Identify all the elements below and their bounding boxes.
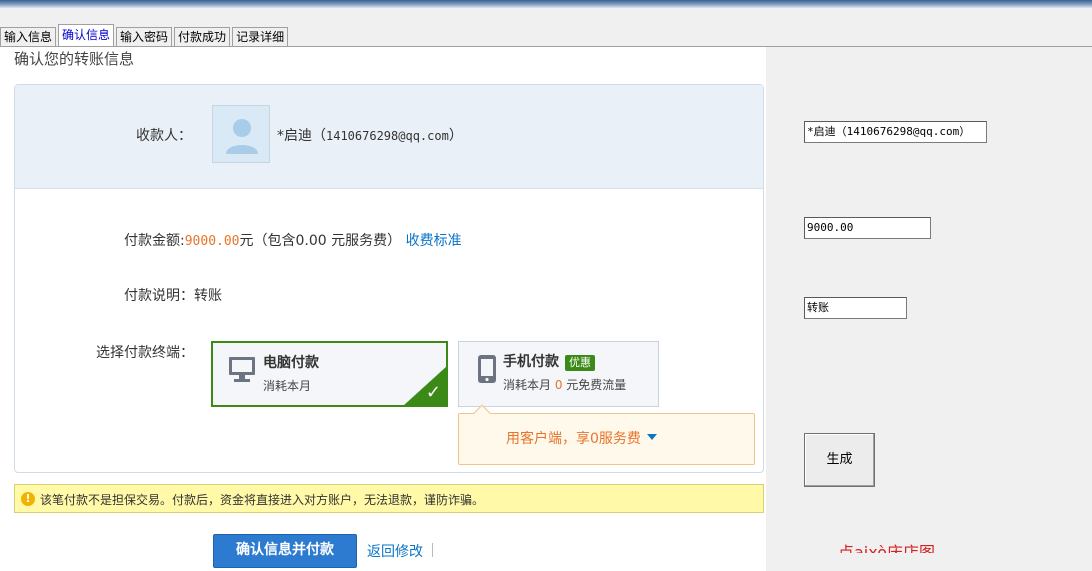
warning-text: 该笔付款不是担保交易。付款后，资金将直接进入对方账户，无法退款，谨防诈骗。 (40, 493, 485, 507)
payee-label: 收款人： (136, 128, 192, 144)
amount-output-field[interactable]: 9000.00 (804, 217, 931, 239)
client-promo-box[interactable]: 用客户端，享0服务费 (458, 404, 755, 465)
user-avatar-icon (212, 105, 270, 163)
payee-section: 收款人： *启迪（1410676298@qq.com） (15, 85, 763, 189)
fee-standard-link[interactable]: 收费标准 (406, 233, 462, 249)
amount-unit: 元（包含0.00 元服务费） (239, 233, 402, 249)
mobile-payment-option[interactable]: 手机付款 优惠 消耗本月 0 元免费流量 (458, 341, 659, 407)
memo-row: 付款说明：转账 (124, 285, 222, 305)
memo-output-field[interactable]: 转账 (804, 297, 907, 319)
payee-name: *启迪（1410676298@qq.com） (277, 128, 463, 144)
memo-label: 付款说明： (124, 288, 194, 304)
transfer-card: 收款人： *启迪（1410676298@qq.com） 付款金额:9000.00… (14, 84, 764, 473)
tab-input-info[interactable]: 输入信息 (0, 27, 57, 46)
back-modify-link[interactable]: 返回修改 (367, 541, 423, 561)
tab-payment-success[interactable]: 付款成功 (174, 27, 231, 46)
discount-badge: 优惠 (565, 355, 595, 371)
pc-option-title: 电脑付款 (263, 355, 319, 371)
pc-payment-option[interactable]: 电脑付款 消耗本月 ✓ (211, 341, 448, 407)
monitor-icon (229, 357, 255, 382)
warning-icon: ! (21, 492, 35, 506)
terminal-label: 选择付款终端： (96, 345, 194, 361)
tab-record-details[interactable]: 记录详细 (232, 27, 289, 46)
page-title: 确认您的转账信息 (14, 50, 135, 68)
warning-banner: ! 该笔付款不是担保交易。付款后，资金将直接进入对方账户，无法退款，谨防诈骗。 (14, 484, 764, 513)
payee-output-field[interactable]: *启迪（1410676298@qq.com） (804, 121, 987, 143)
amount-row: 付款金额:9000.00元（包含0.00 元服务费） 收费标准 (124, 230, 462, 250)
confirm-pay-button[interactable]: 确认信息并付款 (213, 534, 357, 568)
mobile-option-subtitle: 消耗本月 0 元免费流量 (503, 378, 627, 392)
promo-pointer (473, 404, 491, 422)
memo-value: 转账 (194, 288, 222, 304)
mobile-option-title: 手机付款 优惠 (503, 351, 595, 371)
pc-option-subtitle: 消耗本月 (263, 379, 312, 393)
window-title-bar (0, 0, 1092, 8)
promo-text: 用客户端，享0服务费 (506, 431, 641, 447)
link-separator (432, 543, 433, 557)
tab-input-password[interactable]: 输入密码 (116, 27, 173, 46)
tab-strip: 输入信息 确认信息 输入密码 付款成功 记录详细 (0, 24, 290, 46)
tab-confirm-info[interactable]: 确认信息 (58, 24, 115, 46)
amount-label: 付款金额: (124, 233, 185, 249)
checkmark-icon: ✓ (425, 382, 441, 403)
phone-icon (478, 355, 496, 383)
caret-down-icon[interactable] (647, 434, 657, 440)
generate-button[interactable]: 生成 (804, 433, 875, 487)
web-panel: 确认您的转账信息 收款人： *启迪（1410676298@qq.com） 付款金… (0, 47, 766, 571)
amount-value: 9000.00 (184, 234, 240, 249)
red-status-text: 点això庆店图 (838, 543, 936, 553)
